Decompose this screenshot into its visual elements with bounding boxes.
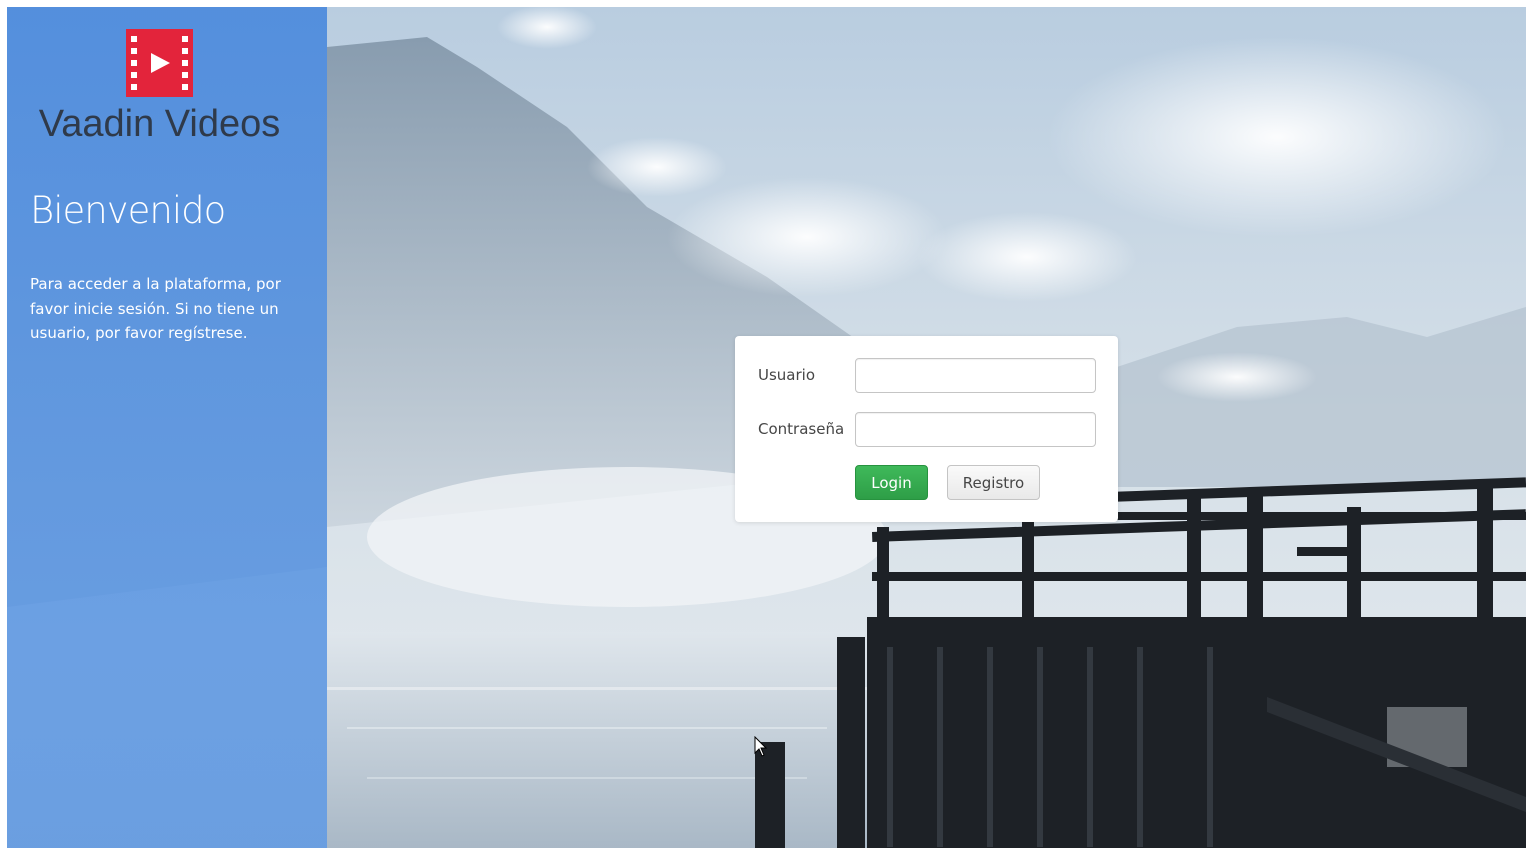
- login-button[interactable]: Login: [855, 465, 928, 500]
- login-form: Usuario Contraseña Login Registro: [735, 336, 1118, 522]
- welcome-message: Para acceder a la plataforma, por favor …: [30, 275, 281, 342]
- password-input[interactable]: [855, 412, 1096, 447]
- app-title: Vaadin Videos: [38, 103, 281, 145]
- username-label: Usuario: [758, 366, 816, 384]
- register-button[interactable]: Registro: [947, 465, 1040, 500]
- film-play-icon: [126, 29, 193, 97]
- username-input[interactable]: [855, 358, 1096, 393]
- password-label: Contraseña: [758, 420, 845, 438]
- mouse-cursor-icon: [754, 735, 768, 758]
- welcome-panel: Vaadin Videos Bienvenido Para acceder a …: [7, 7, 327, 848]
- welcome-heading: Bienvenido: [30, 189, 226, 232]
